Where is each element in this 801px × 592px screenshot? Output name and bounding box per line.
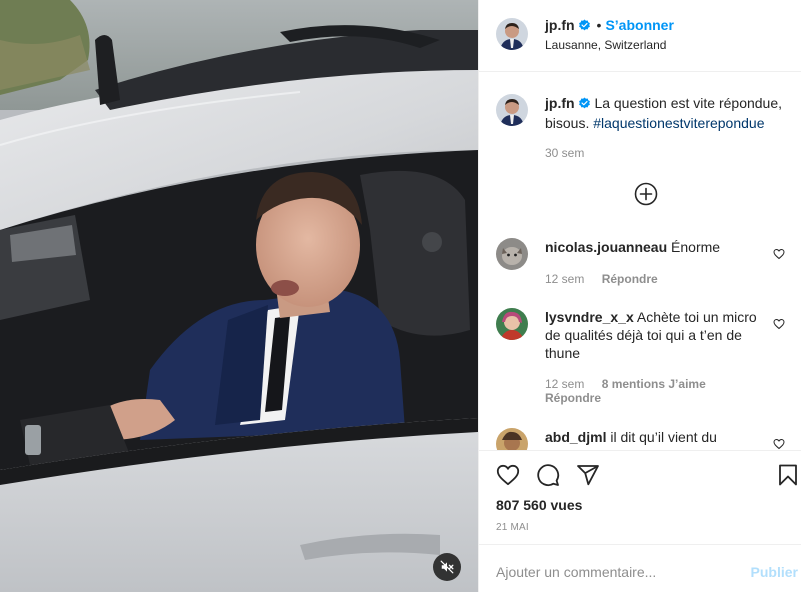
bookmark-icon: [779, 464, 797, 486]
author-username[interactable]: jp.fn: [545, 17, 575, 33]
comment-text: Énorme: [671, 239, 721, 255]
comment-text: il dit qu’il vient du: [610, 429, 717, 445]
add-comment-bar: Ajouter un commentaire... Publier: [479, 544, 801, 592]
post-date[interactable]: 21 mai: [496, 522, 529, 533]
comment-username[interactable]: abd_djml: [545, 429, 606, 445]
comment-avatar[interactable]: [496, 238, 528, 270]
heart-icon: [773, 438, 785, 450]
avatar-image: [496, 18, 528, 50]
verified-badge-icon: [578, 96, 591, 114]
post-location[interactable]: Lausanne, Switzerland: [545, 38, 666, 52]
paper-plane-icon: [577, 465, 599, 486]
caption-time[interactable]: 30 sem: [545, 146, 584, 160]
comment-input[interactable]: Ajouter un commentaire...: [496, 564, 656, 580]
comment-username[interactable]: lysvndre_x_x: [545, 309, 634, 325]
comment-body: nicolas.jouanneau Énorme: [545, 238, 765, 256]
reply-button[interactable]: Répondre: [602, 272, 658, 286]
header-separator: •: [596, 17, 602, 33]
comment-body: lysvndre_x_x Achète toi un micro de qual…: [545, 308, 767, 362]
plus-circle-icon: [634, 182, 658, 206]
comment-time[interactable]: 12 sem: [545, 272, 584, 286]
video-frame: [0, 0, 478, 592]
reply-button[interactable]: Répondre: [545, 391, 601, 405]
avatar-image: [496, 308, 528, 340]
publish-button[interactable]: Publier: [751, 564, 798, 580]
follow-button[interactable]: S’abonner: [605, 17, 673, 33]
caption-avatar[interactable]: [496, 94, 528, 126]
verified-badge-icon: [578, 19, 591, 37]
mute-button[interactable]: [433, 553, 461, 581]
comment-meta: 12 sem Répondre: [545, 272, 658, 286]
comment-avatar[interactable]: [496, 308, 528, 340]
post-header: jp.fn • S’abonner Lausanne, Switzerland: [479, 0, 801, 72]
comment-avatar[interactable]: [496, 428, 528, 450]
comment-username[interactable]: nicolas.jouanneau: [545, 239, 667, 255]
comment-bubble-icon: [537, 464, 560, 487]
caption: jp.fn La question est vite répondue, bis…: [545, 94, 790, 132]
comment-like-button[interactable]: [773, 317, 785, 335]
load-more-comments-button[interactable]: [634, 182, 658, 206]
comment-time[interactable]: 12 sem: [545, 377, 584, 391]
comment-meta-reply: Répondre: [545, 391, 601, 405]
caption-hashtag[interactable]: #laquestionestviterepondue: [593, 115, 764, 131]
comment-meta: 12 sem 8 mentions J’aime: [545, 377, 706, 391]
view-count[interactable]: 807 560 vues: [496, 497, 582, 513]
comment-likes-count[interactable]: 8 mentions J’aime: [602, 377, 706, 391]
share-button[interactable]: [576, 463, 600, 492]
heart-icon: [496, 464, 520, 486]
like-button[interactable]: [496, 463, 520, 492]
post-actions: 807 560 vues 21 mai: [479, 450, 801, 544]
avatar-image: [496, 94, 528, 126]
post-video[interactable]: [0, 0, 478, 592]
comment-like-button[interactable]: [773, 437, 785, 450]
speaker-muted-icon: [440, 560, 454, 574]
comment-like-button[interactable]: [773, 247, 785, 265]
post-side-panel: jp.fn • S’abonner Lausanne, Switzerland jp…: [478, 0, 801, 592]
comments-list: jp.fn La question est vite répondue, bis…: [479, 72, 801, 450]
heart-icon: [773, 318, 785, 330]
caption-username[interactable]: jp.fn: [545, 95, 575, 111]
comment-body: abd_djml il dit qu’il vient du: [545, 428, 765, 446]
comment-button[interactable]: [536, 463, 560, 492]
avatar-image: [496, 428, 528, 450]
save-button[interactable]: [776, 463, 800, 492]
avatar-image: [496, 238, 528, 270]
heart-icon: [773, 248, 785, 260]
header-title-row: jp.fn • S’abonner: [545, 17, 674, 37]
author-avatar[interactable]: [496, 18, 528, 50]
